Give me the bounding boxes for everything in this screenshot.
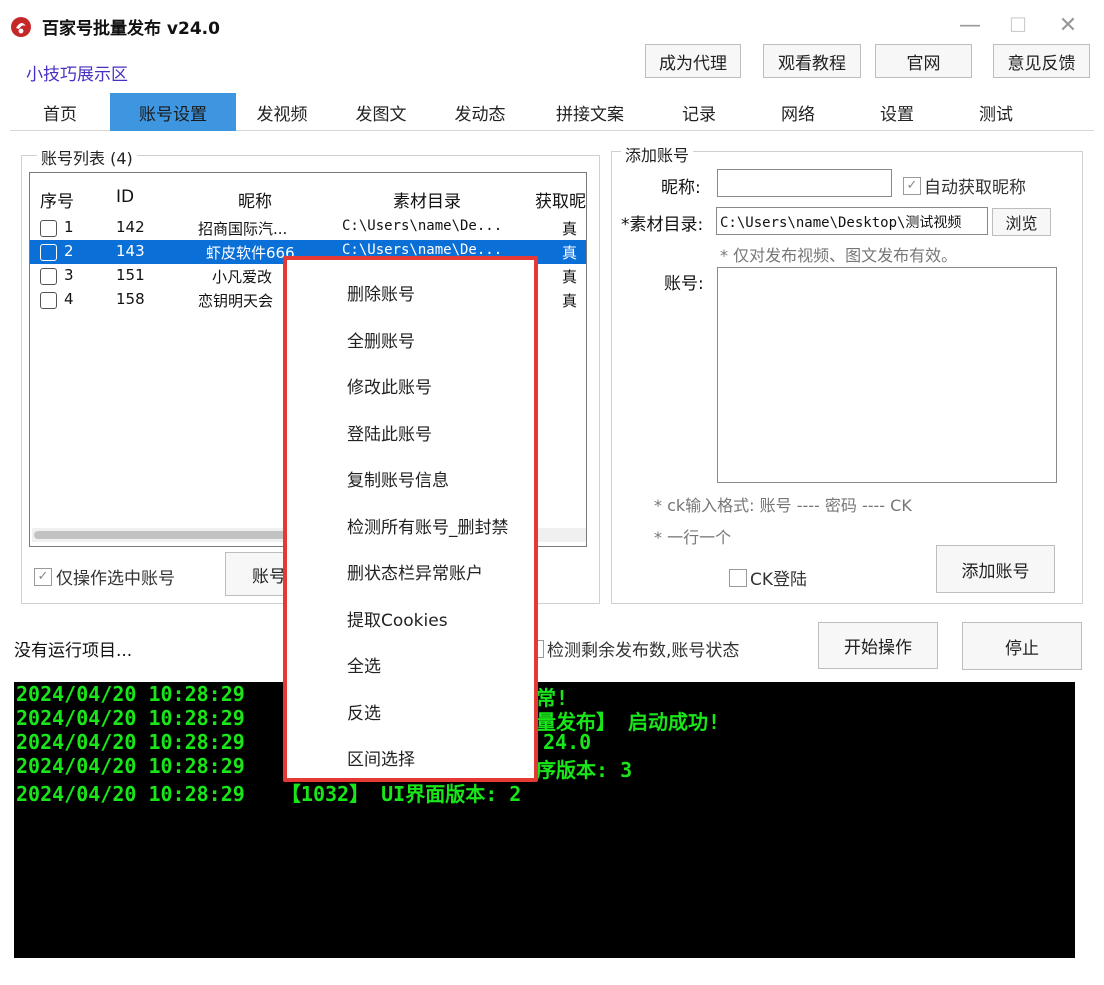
row-checkbox[interactable] — [40, 292, 57, 309]
col-header-material-dir[interactable]: 素材目录 — [393, 187, 461, 212]
cell-nickname: 小凡爱改 — [212, 268, 273, 286]
cell-no: 4 — [64, 290, 74, 308]
log-line-tail: 24.0 — [543, 730, 592, 754]
app-logo-icon — [10, 16, 32, 38]
nickname-label: 昵称: — [661, 178, 701, 198]
menu-item-copy-account-info[interactable]: 复制账号信息 — [347, 466, 449, 491]
stop-button[interactable]: 停止 — [962, 622, 1082, 670]
cell-no: 1 — [64, 218, 74, 236]
log-line: 2024/04/20 10:28:29 — [16, 706, 245, 730]
account-label: 账号: — [664, 274, 704, 294]
cell-nickname: 恋钥明天会 — [198, 292, 274, 310]
detect-option[interactable]: 检测剩余发布数,账号状态 — [530, 636, 739, 661]
menu-item-check-all-remove-banned[interactable]: 检测所有账号_删封禁 — [347, 513, 509, 538]
log-line-tail: 序版本: 3 — [536, 758, 633, 782]
become-agent-button[interactable]: 成为代理 — [645, 44, 741, 78]
menu-item-delete-account[interactable]: 删除账号 — [347, 280, 415, 305]
material-dir-note: * 仅对发布视频、图文发布有效。 — [720, 246, 958, 265]
nickname-input[interactable] — [717, 169, 892, 197]
cell-no: 2 — [64, 242, 74, 260]
auto-fetch-label: 自动获取昵称 — [924, 178, 1026, 198]
tab-network[interactable]: 网络 — [752, 93, 844, 131]
official-site-button[interactable]: 官网 — [875, 44, 972, 78]
browse-button[interactable]: 浏览 — [992, 208, 1051, 236]
log-console: 2024/04/20 10:28:29 2024/04/20 10:28:29 … — [14, 682, 1075, 958]
add-account-title: 添加账号 — [621, 142, 694, 166]
col-header-nickname[interactable]: 昵称 — [238, 187, 272, 212]
menu-item-delete-abnormal[interactable]: 删状态栏异常账户 — [347, 559, 483, 584]
tab-compose-copy[interactable]: 拼接文案 — [540, 93, 640, 131]
auto-fetch-checkbox[interactable]: ✓ — [903, 176, 921, 195]
tab-post-image-text[interactable]: 发图文 — [335, 93, 427, 131]
col-header-no[interactable]: 序号 — [40, 187, 74, 212]
cell-id: 151 — [116, 266, 145, 284]
maximize-icon[interactable]: ☐ — [998, 10, 1038, 40]
menu-item-delete-all-accounts[interactable]: 全删账号 — [347, 327, 415, 352]
material-dir-label: *素材目录: — [621, 215, 704, 235]
close-icon[interactable]: ✕ — [1048, 10, 1088, 40]
cell-id: 143 — [116, 242, 145, 260]
ck-login-option[interactable]: CK登陆 — [729, 565, 807, 590]
col-header-fetch-nickname[interactable]: 获取昵 — [535, 187, 586, 212]
only-selected-label: 仅操作选中账号 — [56, 569, 175, 589]
window-title: 百家号批量发布 v24.0 — [42, 19, 220, 39]
menu-item-edit-account[interactable]: 修改此账号 — [347, 373, 432, 398]
feedback-button[interactable]: 意见反馈 — [993, 44, 1090, 78]
row-checkbox[interactable] — [40, 220, 57, 237]
log-line: 2024/04/20 10:28:29 【1032】 UI界面版本: 2 — [16, 782, 522, 806]
cell-fetch: 真 — [562, 220, 578, 238]
status-text: 没有运行项目... — [14, 641, 133, 661]
cell-fetch: 真 — [562, 268, 578, 286]
cell-nickname: 招商国际汽... — [198, 220, 288, 238]
tab-test[interactable]: 测试 — [950, 93, 1042, 131]
tab-account-settings[interactable]: 账号设置 — [110, 93, 236, 131]
auto-fetch-option[interactable]: ✓ 自动获取昵称 — [903, 173, 1026, 198]
ck-login-checkbox[interactable] — [729, 568, 747, 587]
row-checkbox[interactable] — [40, 244, 57, 261]
tab-settings[interactable]: 设置 — [851, 93, 943, 131]
log-line: 2024/04/20 10:28:29 — [16, 682, 245, 706]
menu-item-login-account[interactable]: 登陆此账号 — [347, 420, 432, 445]
context-menu: 删除账号 全删账号 修改此账号 登陆此账号 复制账号信息 检测所有账号_删封禁 … — [283, 256, 538, 782]
log-line: 2024/04/20 10:28:29 — [16, 730, 245, 754]
tab-post-video[interactable]: 发视频 — [236, 93, 328, 131]
cell-nickname: 虾皮软件666 — [206, 244, 295, 262]
cell-fetch: 真 — [562, 292, 578, 310]
scrollbar-thumb[interactable] — [34, 531, 294, 539]
account-textarea[interactable] — [717, 267, 1057, 483]
material-dir-input[interactable]: C:\Users\name\Desktop\测试视频 — [716, 207, 988, 235]
tab-post-moment[interactable]: 发动态 — [434, 93, 526, 131]
cell-id: 142 — [116, 218, 145, 236]
account-list-title: 账号列表 (4) — [37, 145, 137, 169]
only-selected-option[interactable]: ✓ 仅操作选中账号 — [34, 564, 175, 589]
one-per-line-note: * 一行一个 — [654, 528, 732, 547]
minimize-icon[interactable]: — — [950, 10, 990, 40]
title-bar: 百家号批量发布 v24.0 — ☐ ✕ — [0, 0, 1104, 46]
table-row[interactable]: 1 142 招商国际汽... C:\Users\name\De... 真 — [30, 216, 586, 240]
menu-item-range-select[interactable]: 区间选择 — [347, 745, 415, 770]
menu-item-select-all[interactable]: 全选 — [347, 652, 381, 677]
ck-login-label: CK登陆 — [750, 570, 808, 590]
only-selected-checkbox[interactable]: ✓ — [34, 567, 52, 586]
ck-format-note: * ck输入格式: 账号 ---- 密码 ---- CK — [654, 496, 912, 515]
add-account-button[interactable]: 添加账号 — [936, 545, 1055, 593]
detect-label: 检测剩余发布数,账号状态 — [547, 641, 740, 661]
cell-no: 3 — [64, 266, 74, 284]
log-line: 2024/04/20 10:28:29 — [16, 754, 245, 778]
tab-home[interactable]: 首页 — [10, 93, 110, 131]
row-checkbox[interactable] — [40, 268, 57, 285]
tab-bar: 首页 账号设置 发视频 发图文 发动态 拼接文案 记录 网络 设置 测试 — [10, 93, 1094, 131]
menu-item-extract-cookies[interactable]: 提取Cookies — [347, 606, 448, 631]
start-button[interactable]: 开始操作 — [818, 622, 938, 669]
watch-tutorial-button[interactable]: 观看教程 — [763, 44, 861, 78]
col-header-id[interactable]: ID — [116, 187, 134, 207]
tab-records[interactable]: 记录 — [653, 93, 745, 131]
tips-demo-link[interactable]: 小技巧展示区 — [26, 60, 128, 85]
cell-fetch: 真 — [562, 244, 578, 262]
menu-item-invert-selection[interactable]: 反选 — [347, 699, 381, 724]
cell-dir: C:\Users\name\De... — [342, 218, 503, 234]
cell-id: 158 — [116, 290, 145, 308]
